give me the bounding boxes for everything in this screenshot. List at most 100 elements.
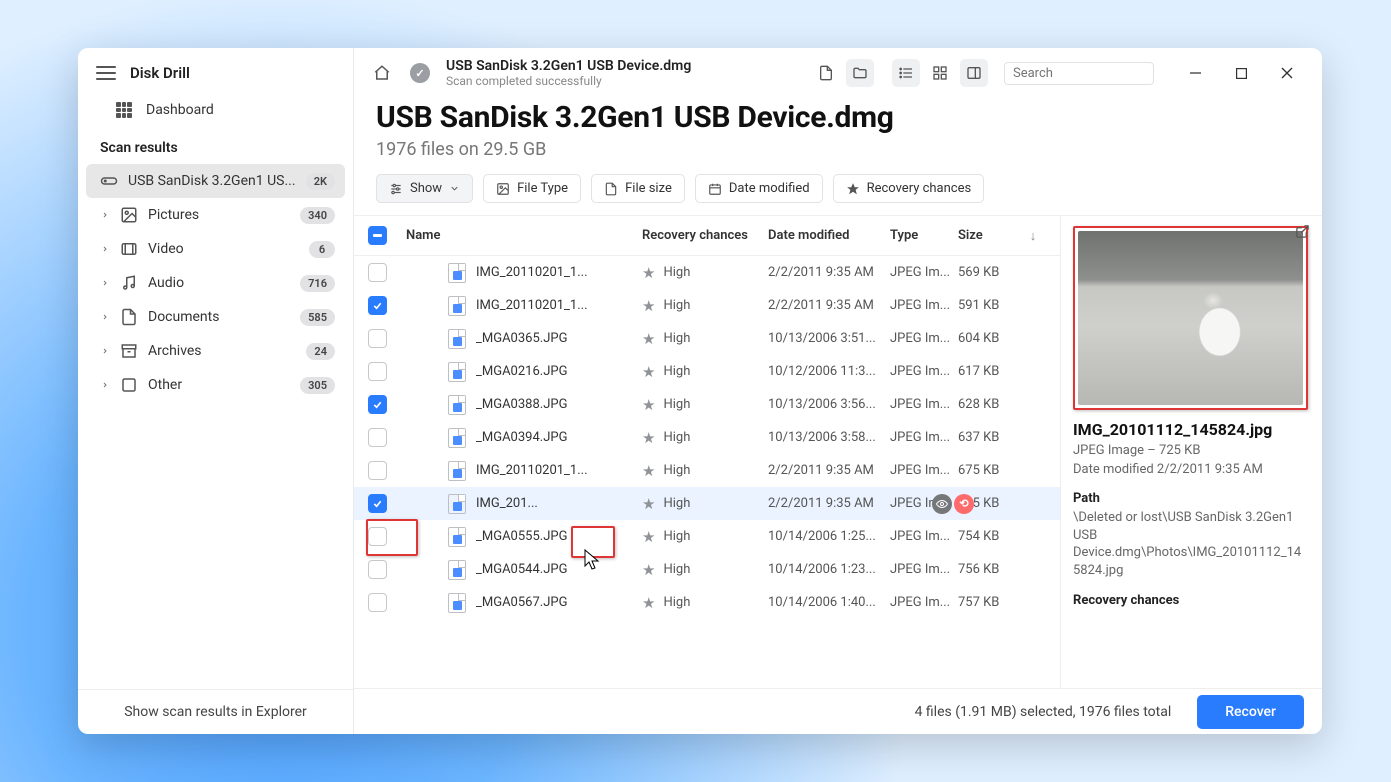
row-checkbox[interactable] [368,527,387,546]
recover-row-icon[interactable]: ⟲ [954,494,974,514]
row-checkbox[interactable] [368,428,387,447]
recovery-value: High [663,463,690,478]
sidebar-item-video[interactable]: Video6 [86,232,345,266]
table-header: Name Recovery chances Date modified Type… [354,216,1060,256]
row-checkbox[interactable] [368,296,387,315]
table-row[interactable]: IMG_201...★High2/2/2011 9:35 AMJPEG Im..… [354,487,1060,520]
sidebar-item-other[interactable]: Other305 [86,368,345,402]
size-value: 591 KB [958,298,999,313]
date-value: 2/2/2011 9:35 AM [768,298,874,313]
star-icon: ★ [642,330,655,348]
date-value: 10/12/2006 11:3... [768,364,876,379]
list-view-icon[interactable] [892,59,920,87]
sidebar-item-badge: 24 [306,343,335,360]
type-value: JPEG Im... [890,331,950,346]
star-icon: ★ [642,363,655,381]
recovery-value: High [663,265,690,280]
file-name: _MGA0555.JPG [476,529,642,544]
col-size[interactable]: Size [958,228,1020,243]
search-field[interactable] [1013,66,1179,81]
menu-icon[interactable] [96,66,116,80]
table-row[interactable]: IMG_20110201_1...★High2/2/2011 9:35 AMJP… [354,256,1060,289]
file-name: _MGA0394.JPG [476,430,642,445]
sort-indicator[interactable]: ↓ [1020,228,1046,244]
sidebar-section-label: Scan results [78,128,353,164]
filter-file-size[interactable]: File size [591,174,685,203]
table-row[interactable]: IMG_20110201_1...★High2/2/2011 9:35 AMJP… [354,289,1060,322]
file-type-icon [448,296,466,316]
sidebar-item-audio[interactable]: Audio716 [86,266,345,300]
row-checkbox[interactable] [368,362,387,381]
sidebar-item-badge: 2K [306,173,335,190]
maximize-button[interactable] [1220,59,1262,87]
chevron-right-icon [100,244,110,254]
size-value: 757 KB [958,595,999,610]
row-checkbox[interactable] [368,560,387,579]
chevron-right-icon [100,312,110,322]
show-in-explorer-link[interactable]: Show scan results in Explorer [78,689,353,734]
select-all-checkbox[interactable] [368,226,387,245]
star-icon: ★ [642,264,655,282]
preview-icon[interactable] [932,494,952,514]
grid-view-icon[interactable] [926,59,954,87]
breadcrumb-title: USB SanDisk 3.2Gen1 USB Device.dmg [446,58,691,74]
filter-date-modified[interactable]: Date modified [695,174,823,203]
table-row[interactable]: _MGA0388.JPG★High10/13/2006 3:56...JPEG … [354,388,1060,421]
row-checkbox[interactable] [368,329,387,348]
row-checkbox[interactable] [368,263,387,282]
image-icon [496,182,510,196]
sidebar-item-drive[interactable]: USB SanDisk 3.2Gen1 US...2K [86,164,345,198]
audio-icon [120,274,138,292]
recover-button[interactable]: Recover [1197,695,1304,729]
breadcrumb-subtitle: Scan completed successfully [446,74,691,88]
row-checkbox[interactable] [368,461,387,480]
search-input[interactable] [1004,62,1154,85]
filter-recovery-chances[interactable]: Recovery chances [833,174,985,203]
file-name: _MGA0216.JPG [476,364,642,379]
recovery-value: High [663,496,690,511]
nav-dashboard[interactable]: Dashboard [78,92,353,128]
popout-icon[interactable] [1295,224,1310,239]
table-row[interactable]: _MGA0567.JPG★High10/14/2006 1:40...JPEG … [354,586,1060,619]
close-button[interactable] [1266,59,1308,87]
recovery-value: High [663,430,690,445]
detail-pane-icon[interactable] [960,59,988,87]
file-name: _MGA0544.JPG [476,562,642,577]
folder-view-icon[interactable] [846,59,874,87]
sliders-icon [389,182,403,196]
recovery-value: High [663,562,690,577]
preview-image[interactable] [1078,231,1303,405]
home-icon[interactable] [368,59,396,87]
row-checkbox[interactable] [368,494,387,513]
col-name[interactable]: Name [404,228,642,243]
table-row[interactable]: IMG_20110201_1...★High2/2/2011 9:35 AMJP… [354,454,1060,487]
table-row[interactable]: _MGA0216.JPG★High10/12/2006 11:3...JPEG … [354,355,1060,388]
filter-file-type[interactable]: File Type [483,174,581,203]
recovery-value: High [663,298,690,313]
table-row[interactable]: _MGA0365.JPG★High10/13/2006 3:51...JPEG … [354,322,1060,355]
table-row[interactable]: _MGA0555.JPG★High10/14/2006 1:25...JPEG … [354,520,1060,553]
sidebar-item-archive[interactable]: Archives24 [86,334,345,368]
sidebar-item-picture[interactable]: Pictures340 [86,198,345,232]
file-type-icon [448,428,466,448]
date-value: 10/14/2006 1:40... [768,595,876,610]
type-value: JPEG Im... [890,298,950,313]
sidebar-item-badge: 6 [309,241,335,258]
col-type[interactable]: Type [890,228,958,243]
file-view-icon[interactable] [812,59,840,87]
sidebar-item-document[interactable]: Documents585 [86,300,345,334]
other-icon [120,376,138,394]
star-icon: ★ [642,561,655,579]
file-name: _MGA0388.JPG [476,397,642,412]
minimize-button[interactable] [1174,59,1216,87]
table-row[interactable]: _MGA0394.JPG★High10/13/2006 3:58...JPEG … [354,421,1060,454]
col-recovery[interactable]: Recovery chances [642,228,768,243]
status-bar: 4 files (1.91 MB) selected, 1976 files t… [354,688,1322,734]
col-date[interactable]: Date modified [768,228,890,243]
row-checkbox[interactable] [368,593,387,612]
type-value: JPEG Im... [890,265,950,280]
filter-show[interactable]: Show [376,174,473,203]
row-checkbox[interactable] [368,395,387,414]
table-row[interactable]: _MGA0544.JPG★High10/14/2006 1:23...JPEG … [354,553,1060,586]
status-complete-icon: ✓ [410,63,430,83]
